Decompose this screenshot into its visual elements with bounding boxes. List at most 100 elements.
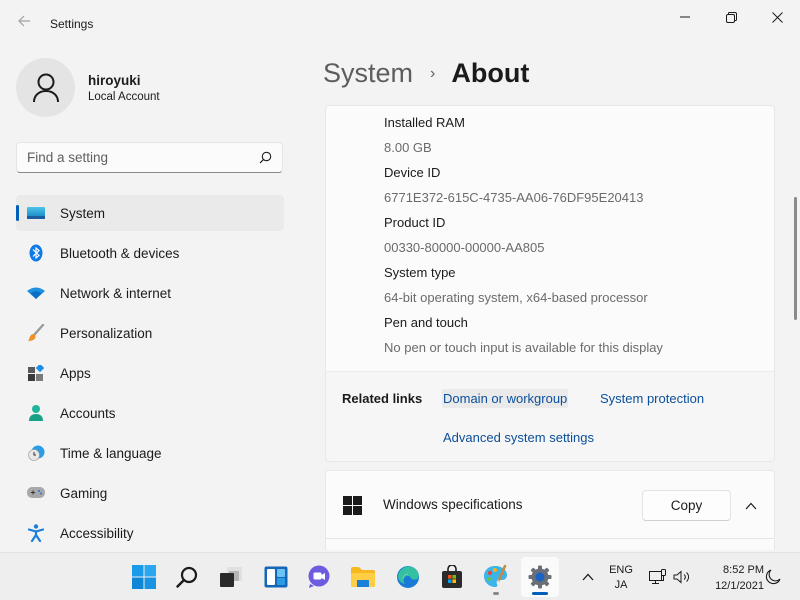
title-bar: Settings [0,0,800,48]
show-hidden-icons-button[interactable] [578,567,598,587]
sidebar-item-bluetooth[interactable]: Bluetooth & devices [16,235,284,271]
collapse-button[interactable] [738,493,764,519]
windows-specifications-label: Windows specifications [383,497,523,512]
widgets-icon [264,566,288,588]
task-view-icon [220,567,242,587]
chevron-right-icon: › [430,64,436,82]
sidebar-item-label: Time & language [60,445,162,461]
sidebar-item-time-language[interactable]: Time & language [16,435,284,471]
sidebar-nav: System Bluetooth & devices Network & int… [16,195,284,555]
domain-or-workgroup-link[interactable]: Domain or workgroup [442,389,569,408]
active-indicator [16,205,19,221]
search-icon[interactable] [259,151,272,169]
minimize-button[interactable] [662,0,708,34]
scrollbar-thumb[interactable] [794,197,797,320]
breadcrumb: System › About [323,58,529,89]
sidebar-item-system[interactable]: System [16,195,284,231]
sidebar-item-label: Bluetooth & devices [60,245,180,261]
teams-chat-icon [308,565,330,588]
taskbar: ENG JA 8:52 PM 12/1/2021 [0,552,800,600]
sidebar-item-label: Network & internet [60,285,172,301]
restore-icon [725,11,737,23]
person-icon [32,73,59,102]
windows-specifications-header[interactable]: Windows specifications Copy [326,471,774,539]
apps-icon [27,364,45,382]
sidebar-item-label: Personalization [60,325,153,341]
settings-gear-icon [528,565,552,589]
network-status-button[interactable] [649,568,667,586]
folder-icon [351,567,375,587]
advanced-system-settings-link[interactable]: Advanced system settings [442,428,595,447]
windows-specifications-card: Windows specifications Copy [325,470,775,550]
sidebar-item-accessibility[interactable]: Accessibility [16,515,284,551]
edge-icon [397,566,419,588]
accessibility-icon [27,524,45,542]
spec-value: No pen or touch input is available for t… [384,340,663,355]
search-box[interactable] [16,142,283,173]
taskbar-task-view-button[interactable] [212,557,250,597]
spec-label: Device ID [384,165,441,180]
search-input[interactable] [27,143,247,172]
related-links-section: Related links Domain or workgroup System… [325,371,775,462]
search-icon [176,566,198,588]
spec-value: 00330-80000-00000-AA805 [384,240,545,255]
taskbar-paint-button[interactable] [477,557,515,597]
time-globe-icon [27,444,45,462]
running-indicator [493,592,499,595]
clock[interactable]: 8:52 PM 12/1/2021 [700,562,764,594]
wifi-icon [27,284,45,302]
taskbar-start-button[interactable] [125,557,163,597]
spec-label: Product ID [384,215,446,230]
focused-indicator [532,592,548,595]
spec-label: Installed RAM [384,115,465,130]
sidebar-item-label: System [60,205,106,221]
close-button[interactable] [754,0,800,34]
device-specifications-card: Installed RAM 8.00 GB Device ID 6771E372… [325,105,775,371]
breadcrumb-parent[interactable]: System [323,58,413,89]
app-title: Settings [50,17,94,31]
taskbar-chat-button[interactable] [300,557,338,597]
related-links-label: Related links [342,391,423,406]
sidebar-item-network[interactable]: Network & internet [16,275,284,311]
windows-logo-icon [343,496,362,520]
sidebar-item-apps[interactable]: Apps [16,355,284,391]
sidebar-item-personalization[interactable]: Personalization [16,315,284,351]
moon-icon [765,569,781,585]
taskbar-file-explorer-button[interactable] [344,557,382,597]
taskbar-settings-button[interactable] [521,557,559,597]
bluetooth-icon [27,244,45,262]
taskbar-widgets-button[interactable] [257,557,295,597]
system-protection-link[interactable]: System protection [599,389,705,408]
restore-button[interactable] [708,0,754,34]
ime-keyboard: JA [614,579,628,591]
paint-palette-icon [484,564,507,587]
focus-assist-button[interactable] [764,568,782,586]
minimize-icon [680,16,690,18]
spec-value: 6771E372-615C-4735-AA06-76DF95E20413 [384,190,644,205]
copy-button[interactable]: Copy [642,490,731,521]
avatar [16,58,75,117]
store-icon [442,565,462,588]
sidebar-item-gaming[interactable]: Gaming [16,475,284,511]
taskbar-store-button[interactable] [433,557,471,597]
spec-label: Pen and touch [384,315,468,330]
windows-start-icon [132,565,156,589]
sidebar-item-accounts[interactable]: Accounts [16,395,284,431]
back-button[interactable] [12,12,36,36]
volume-button[interactable] [673,568,691,586]
taskbar-edge-button[interactable] [389,557,427,597]
user-profile[interactable]: hiroyuki Local Account [16,58,160,117]
clock-time: 8:52 PM [723,564,764,576]
sidebar-item-label: Accessibility [60,525,134,541]
chevron-up-icon [745,502,757,510]
paintbrush-icon [27,324,45,342]
chevron-up-icon [582,573,594,581]
sidebar-item-label: Accounts [60,405,116,421]
input-method-indicator[interactable]: ENG JA [606,563,636,593]
volume-icon [673,570,689,584]
spec-value: 8.00 GB [384,140,432,155]
profile-name: hiroyuki [88,72,141,88]
gamepad-icon [27,484,45,502]
clock-date: 12/1/2021 [715,580,764,592]
taskbar-search-button[interactable] [168,557,206,597]
